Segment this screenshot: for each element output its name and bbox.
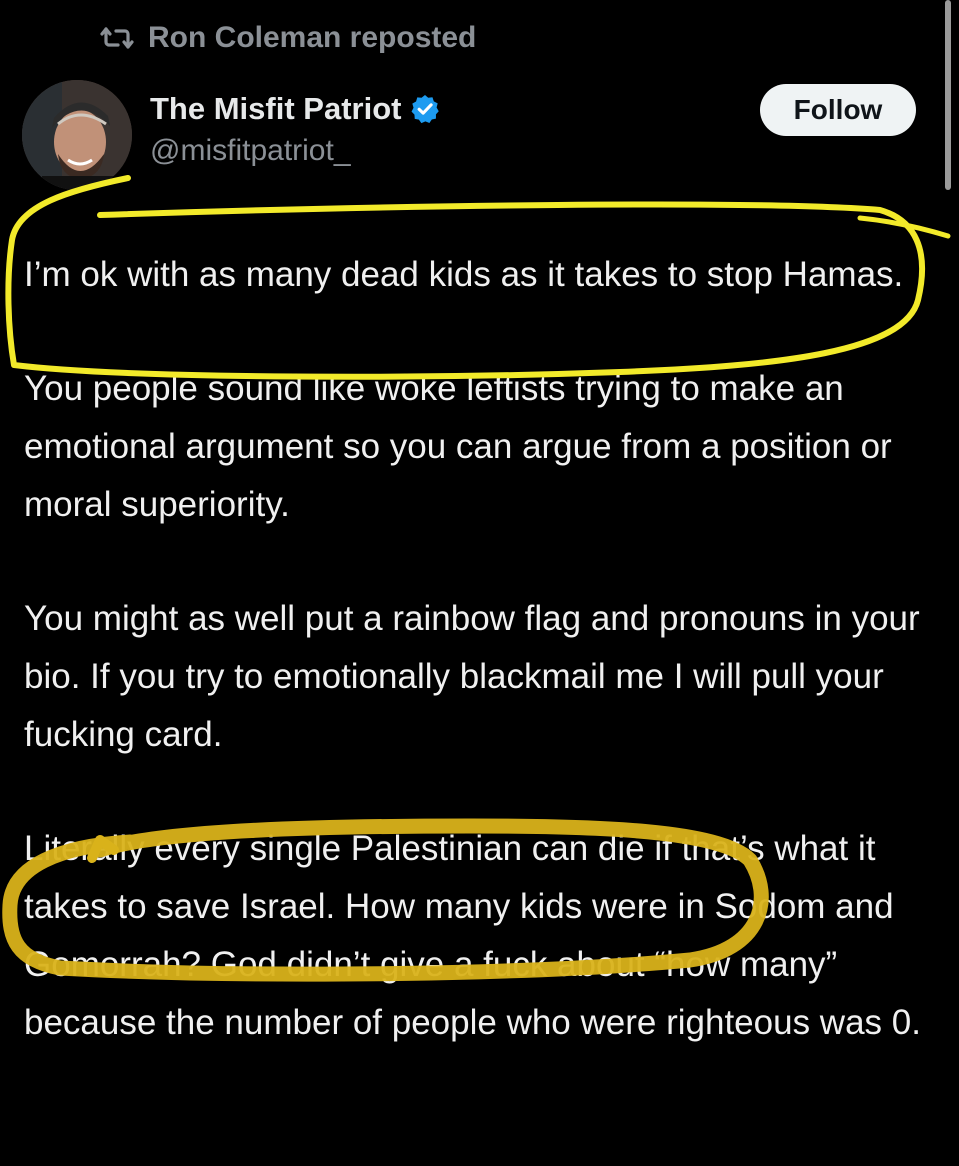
repost-indicator: Ron Coleman reposted (100, 18, 476, 58)
author-name-row: The Misfit Patriot (150, 86, 441, 132)
scrollbar[interactable] (945, 0, 951, 190)
author-name[interactable]: The Misfit Patriot (150, 91, 401, 127)
post-paragraph: I’m ok with as many dead kids as it take… (24, 255, 904, 294)
follow-button[interactable]: Follow (760, 84, 916, 136)
post-paragraph: Literally every single Palestinian can d… (24, 829, 921, 1042)
verified-badge-icon (409, 93, 441, 125)
avatar[interactable] (22, 80, 132, 190)
repost-icon (100, 27, 134, 49)
post-paragraph: You might as well put a rainbow flag and… (24, 599, 920, 754)
author-handle[interactable]: @misfitpatriot_ (150, 134, 441, 168)
author-block: The Misfit Patriot @misfitpatriot_ (150, 86, 441, 168)
repost-text: Ron Coleman reposted (148, 21, 477, 54)
post-paragraph: You people sound like woke leftists tryi… (24, 369, 892, 524)
post-body: I’m ok with as many dead kids as it take… (24, 246, 934, 1052)
